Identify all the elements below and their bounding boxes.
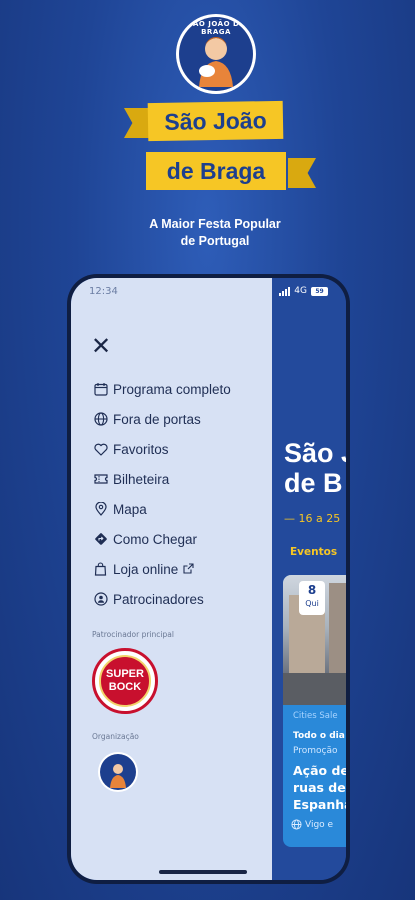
menu-label: Patrocinadores xyxy=(113,591,204,607)
navigation-drawer: ✕ Programa completo Fora de portas Favor… xyxy=(71,278,272,880)
organization-logo xyxy=(98,752,138,792)
event-category: Cities Sale xyxy=(293,711,338,721)
organization-label: Organização xyxy=(92,732,139,741)
tagline-line1: A Maior Festa Popular xyxy=(149,217,281,231)
banner-title-line2: de Braga xyxy=(146,152,286,190)
menu-item-favoritos[interactable]: Favoritos xyxy=(93,434,231,464)
close-icon[interactable]: ✕ xyxy=(91,334,111,358)
external-link-icon xyxy=(183,562,194,577)
event-location: Vigo e xyxy=(291,819,333,830)
event-tag: Promoção xyxy=(293,746,338,756)
tagline-line2: de Portugal xyxy=(180,234,250,248)
date-badge: 8 Qui xyxy=(299,581,325,615)
menu-item-programa[interactable]: Programa completo xyxy=(93,374,231,404)
globe-icon xyxy=(291,819,302,830)
sponsor-logo[interactable]: SUPER BOCK xyxy=(92,648,158,714)
menu-item-mapa[interactable]: Mapa xyxy=(93,494,231,524)
map-pin-icon xyxy=(93,502,108,517)
date-weekday: Qui xyxy=(305,599,319,608)
phone-frame: 12:34 4G 59 São J de B — 16 a 25 Eventos… xyxy=(67,274,350,884)
festival-logo: SÃO JOÃO DE BRAGA xyxy=(176,14,256,94)
event-time: Todo o dia xyxy=(293,731,345,741)
event-photo: 8 Qui xyxy=(283,575,346,705)
menu-label: Mapa xyxy=(113,501,147,517)
menu-item-bilheteira[interactable]: Bilheteira xyxy=(93,464,231,494)
menu-item-fora-de-portas[interactable]: Fora de portas xyxy=(93,404,231,434)
menu-item-loja-online[interactable]: Loja online xyxy=(93,554,231,584)
globe-icon xyxy=(93,412,108,427)
event-name: Ação de ruas de Espanha xyxy=(293,763,346,812)
status-indicators: 4G 59 xyxy=(279,286,328,296)
sponsor-icon xyxy=(93,592,108,607)
ticket-icon xyxy=(93,472,108,487)
drawer-menu: Programa completo Fora de portas Favorit… xyxy=(93,374,231,614)
tagline: A Maior Festa Popular de Portugal xyxy=(120,216,310,250)
home-indicator[interactable] xyxy=(159,870,247,874)
date-day: 8 xyxy=(307,583,317,597)
event-card[interactable]: 8 Qui Cities Sale Todo o dia Promoção Aç… xyxy=(283,575,346,847)
ribbon-tail-right xyxy=(288,158,316,188)
directions-icon xyxy=(93,532,108,547)
menu-item-como-chegar[interactable]: Como Chegar xyxy=(93,524,231,554)
menu-label: Loja online xyxy=(113,561,179,577)
menu-label: Como Chegar xyxy=(113,531,198,547)
heart-icon xyxy=(93,442,108,457)
event-location-text: Vigo e xyxy=(305,819,334,830)
sponsor-name-line1: SUPER xyxy=(106,668,144,680)
shopping-bag-icon xyxy=(93,562,108,577)
signal-icon xyxy=(279,286,291,296)
tab-eventos[interactable]: Eventos xyxy=(290,546,337,558)
app-page-title: São J de B xyxy=(284,438,346,498)
menu-item-patrocinadores[interactable]: Patrocinadores xyxy=(93,584,231,614)
sponsor-name-line2: BOCK xyxy=(108,681,142,693)
battery-icon: 59 xyxy=(311,286,328,296)
sponsor-label: Patrocinador principal xyxy=(92,630,174,639)
status-time: 12:34 xyxy=(89,285,118,297)
calendar-icon xyxy=(93,382,108,397)
phone-screen: 12:34 4G 59 São J de B — 16 a 25 Eventos… xyxy=(71,278,346,880)
status-bar: 12:34 4G 59 xyxy=(71,278,346,304)
banner-title-line1: São João xyxy=(147,100,284,142)
menu-label: Favoritos xyxy=(113,441,169,457)
network-type: 4G xyxy=(294,286,307,296)
app-dates: — 16 a 25 xyxy=(284,512,341,525)
menu-label: Programa completo xyxy=(113,381,231,397)
menu-label: Fora de portas xyxy=(113,411,201,427)
menu-label: Bilheteira xyxy=(113,471,170,487)
